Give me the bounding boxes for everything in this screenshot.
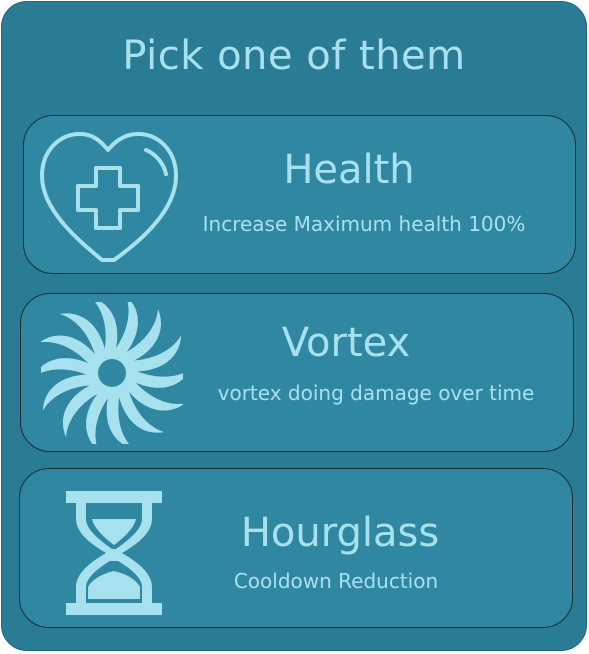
- choice-panel: Pick one of them Health Increase Maximum…: [1, 1, 587, 651]
- option-card-hourglass[interactable]: Hourglass Cooldown Reduction: [19, 468, 573, 628]
- option-description: vortex doing damage over time: [217, 381, 535, 405]
- option-card-health[interactable]: Health Increase Maximum health 100%: [23, 115, 576, 274]
- option-card-vortex[interactable]: Vortex vortex doing damage over time: [20, 293, 574, 452]
- heart-plus-icon: [38, 128, 182, 268]
- panel-title: Pick one of them: [122, 33, 466, 79]
- option-name: Vortex: [281, 320, 411, 366]
- hourglass-icon: [66, 491, 162, 615]
- option-description: Increase Maximum health 100%: [202, 212, 526, 236]
- option-name: Health: [283, 147, 415, 193]
- option-name: Hourglass: [240, 510, 440, 556]
- option-description: Cooldown Reduction: [233, 569, 439, 593]
- vortex-icon: [33, 295, 191, 451]
